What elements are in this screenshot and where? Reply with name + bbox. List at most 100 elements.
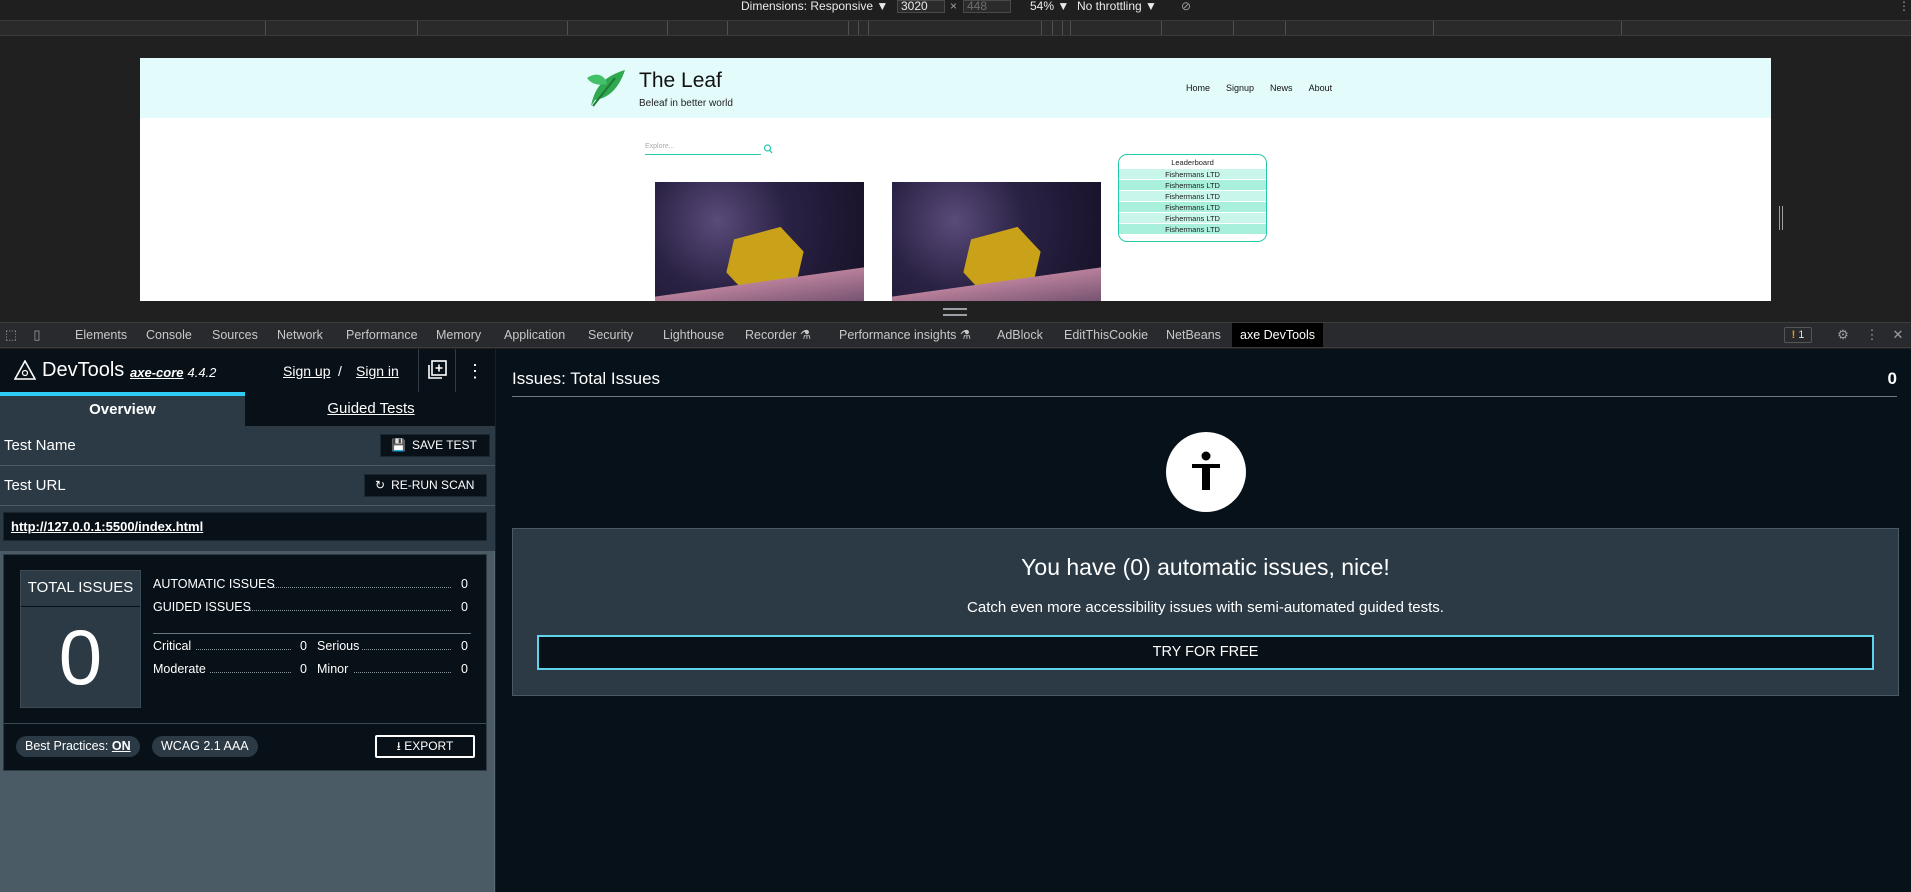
nav-news[interactable]: News [1270,83,1293,93]
leaderboard-row: Fishermans LTD [1119,213,1266,224]
critical-count: 0 [300,639,307,653]
minor-count: 0 [461,662,468,676]
tab-elements[interactable]: Elements [67,323,135,347]
tab-netbeans[interactable]: NetBeans [1158,323,1229,347]
inspect-icon[interactable]: ⬚ [4,328,18,342]
guided-issues-row[interactable]: GUIDED ISSUES 0 [153,599,471,615]
site-nav: Home Signup News About [1186,83,1348,93]
site-header: The Leaf Beleaf in better world Home Sign… [140,58,1771,118]
axe-core-link[interactable]: axe-core [130,365,183,380]
auth-separator: / [338,363,342,379]
tab-overview[interactable]: Overview [0,392,245,426]
test-url-link[interactable]: http://127.0.0.1:5500/index.html [3,512,487,541]
tab-recorder[interactable]: Recorder ⚗ [737,323,819,347]
leaderboard-row: Fishermans LTD [1119,191,1266,202]
kebab-icon[interactable]: ⋮ [1898,0,1910,13]
tab-security[interactable]: Security [580,323,641,347]
leaf-logo-icon [587,70,625,107]
width-input[interactable]: 3020 [897,0,945,13]
accessibility-badge [1166,432,1246,512]
rerun-scan-button[interactable]: ↻ RE-RUN SCAN [364,474,488,497]
test-name-row: Test Name 💾 SAVE TEST [0,426,495,466]
try-for-free-button[interactable]: TRY FOR FREE [537,635,1874,670]
wcag-level-selector[interactable]: WCAG 2.1 AAA [152,736,258,757]
axe-sidebar: DevTools axe-core 4.4.2 Sign up / Sign in… [0,349,495,892]
minor-label: Minor [317,662,349,676]
tab-network[interactable]: Network [269,323,331,347]
axe-logo-icon [14,360,36,380]
issues-title: Issues: Total Issues [512,369,661,388]
test-url-label: Test URL [4,477,66,494]
download-icon: ⭳ [396,739,401,753]
throttling-dropdown[interactable]: No throttling ▼ [1077,0,1157,13]
save-test-button[interactable]: 💾 SAVE TEST [380,434,490,457]
tab-lighthouse[interactable]: Lighthouse [655,323,732,347]
automatic-issues-count: 0 [461,577,468,591]
kebab-icon[interactable]: ⋮ [1865,328,1879,342]
site-search-input[interactable]: Explore... [645,143,761,155]
tab-performance[interactable]: Performance [338,323,426,347]
viewport-resize-handle[interactable] [1779,206,1783,230]
sign-in-link[interactable]: Sign in [356,363,399,379]
leaderboard-title: Leaderboard [1171,158,1214,167]
zoom-dropdown[interactable]: 54% ▼ [1030,0,1069,13]
device-toggle-icon[interactable]: ▯ [30,328,44,342]
total-issues-count: 0 [58,613,103,701]
best-practices-value: ON [111,739,131,753]
emulated-page[interactable]: The Leaf Beleaf in better world Home Sign… [140,58,1771,301]
guided-issues-label: GUIDED ISSUES [153,600,251,614]
new-test-icon [428,360,447,379]
axe-more-icon[interactable]: ⋮ [466,361,484,381]
close-icon[interactable]: ✕ [1891,328,1905,342]
save-test-label: SAVE TEST [411,438,477,452]
moderate-row[interactable]: Moderate 0 [153,661,308,677]
total-issues-label: TOTAL ISSUES [21,571,140,607]
axe-header: DevTools axe-core 4.4.2 Sign up / Sign in… [0,349,495,392]
serious-count: 0 [461,639,468,653]
best-practices-toggle[interactable]: Best Practices: ON [16,736,140,757]
leaderboard-row: Fishermans LTD [1119,169,1266,180]
nav-about[interactable]: About [1309,83,1333,93]
leaderboard: Leaderboard Fishermans LTD Fishermans LT… [1118,154,1267,242]
gear-icon[interactable]: ⚙ [1836,328,1850,342]
telescope-image [892,182,1101,301]
automatic-issues-row[interactable]: AUTOMATIC ISSUES 0 [153,576,471,592]
issues-summary: TOTAL ISSUES 0 AUTOMATIC ISSUES 0 GUIDED… [3,554,487,771]
site-title: The Leaf [639,69,722,92]
minor-row[interactable]: Minor 0 [317,661,471,677]
tab-adblock[interactable]: AdBlock [989,323,1051,347]
tab-application[interactable]: Application [496,323,573,347]
tab-memory[interactable]: Memory [428,323,489,347]
rerun-scan-label: RE-RUN SCAN [391,478,475,492]
tab-performance-insights[interactable]: Performance insights ⚗ [831,323,979,347]
result-card: You have (0) automatic issues, nice! Cat… [512,528,1899,696]
export-label: EXPORT [404,739,454,753]
issues-divider [512,396,1897,397]
search-icon[interactable] [763,143,773,155]
leaderboard-row: Fishermans LTD [1119,202,1266,213]
media-query-ruler[interactable] [0,20,1911,36]
tab-guided-tests[interactable]: Guided Tests [247,392,495,426]
tab-axe-devtools[interactable]: axe DevTools [1232,323,1324,347]
leaderboard-row: Fishermans LTD [1119,224,1266,235]
export-button[interactable]: ⭳ EXPORT [375,735,475,758]
times-icon: × [950,0,958,13]
nav-signup[interactable]: Signup [1226,83,1254,93]
rotate-icon[interactable]: ⊘ [1181,0,1191,13]
moderate-label: Moderate [153,662,206,676]
dimensions-dropdown[interactable]: Dimensions: Responsive ▼ [741,0,888,13]
test-url-row: Test URL ↻ RE-RUN SCAN [0,466,495,506]
save-icon: 💾 [391,438,406,452]
tab-editthiscookie[interactable]: EditThisCookie [1056,323,1156,347]
nav-home[interactable]: Home [1186,83,1210,93]
tab-console[interactable]: Console [138,323,200,347]
serious-row[interactable]: Serious 0 [317,638,471,654]
issues-badge[interactable]: ! 1 [1784,327,1812,343]
critical-row[interactable]: Critical 0 [153,638,308,654]
tab-sources[interactable]: Sources [204,323,266,347]
sign-up-link[interactable]: Sign up [283,363,330,379]
summary-divider [153,633,471,634]
height-input[interactable]: 448 [963,0,1011,13]
viewport-bottom-resize-handle[interactable] [943,308,967,316]
new-test-button[interactable] [418,349,456,392]
